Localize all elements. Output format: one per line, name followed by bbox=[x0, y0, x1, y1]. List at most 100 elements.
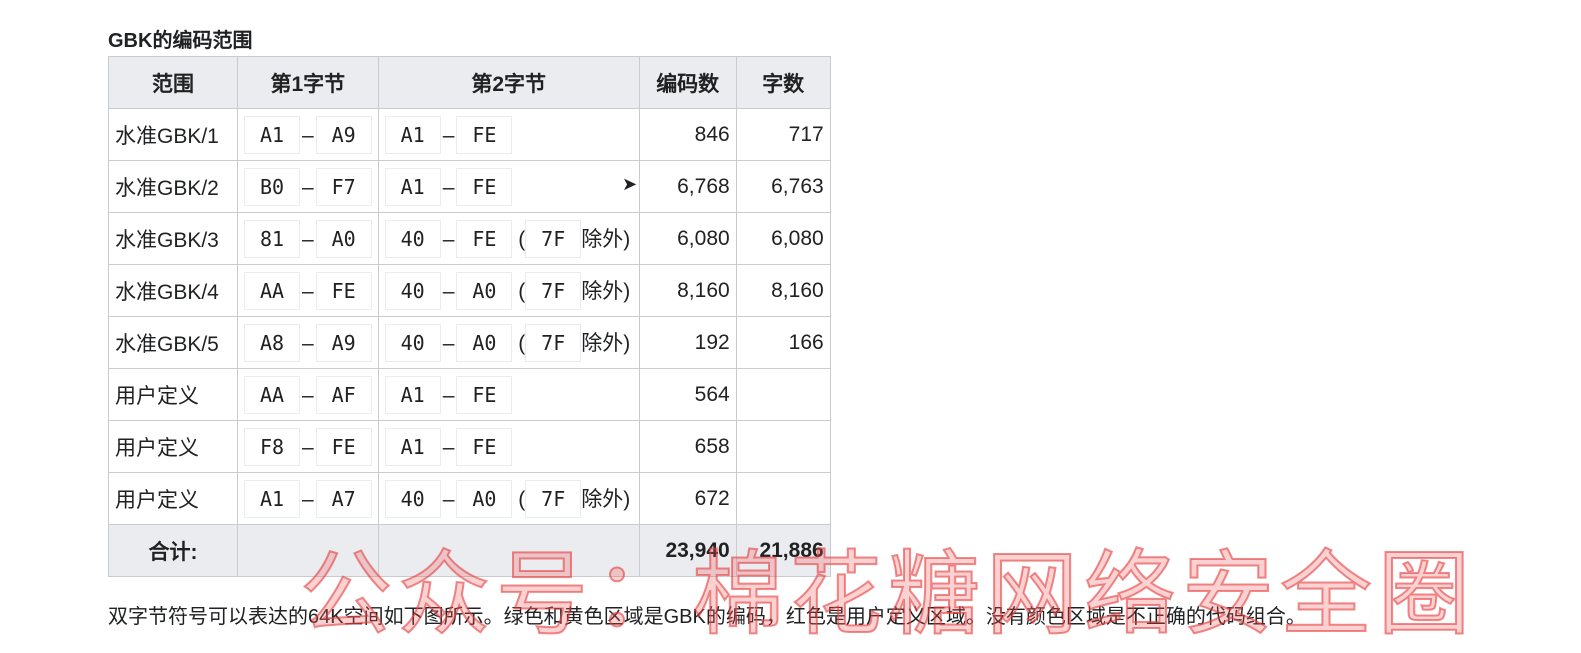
code-value: FE bbox=[315, 427, 372, 466]
byte1-cell: B0– F7 bbox=[237, 160, 379, 213]
char-count-cell bbox=[735, 472, 831, 525]
total-count: 23,940 bbox=[638, 524, 737, 577]
dash: – bbox=[302, 487, 314, 511]
char-count-cell: 166 bbox=[735, 316, 831, 369]
table-row: 用户定义 A1– A7 40– A0 (7F 除外) 672 bbox=[108, 472, 831, 525]
byte2-cell: A1– FE bbox=[377, 160, 640, 213]
range-cell: 用户定义 bbox=[108, 368, 238, 421]
code-value: A1 bbox=[244, 479, 300, 518]
byte1-cell: AA – FE bbox=[237, 264, 379, 317]
excluded-code: 7F bbox=[525, 479, 582, 518]
table-caption: GBK的编码范围 bbox=[108, 30, 253, 52]
byte1-cell: A1– A7 bbox=[237, 472, 379, 525]
byte2-cell: A1– FE bbox=[377, 108, 640, 161]
table-row: 水准GBK/2 B0– F7 A1– FE 6,768 6,763 bbox=[108, 160, 831, 213]
dash: – bbox=[302, 279, 314, 303]
byte1-cell: A8– A9 bbox=[237, 316, 379, 369]
header-byte1: 第1字节 bbox=[237, 56, 379, 109]
code-count-cell: 192 bbox=[638, 316, 737, 369]
excluded-code: 7F bbox=[525, 219, 582, 258]
header-range: 范围 bbox=[108, 56, 238, 109]
char-count-cell: 8,160 bbox=[735, 264, 831, 317]
code-value: A9 bbox=[315, 115, 372, 154]
char-count-cell bbox=[735, 420, 831, 473]
total-label: 合计: bbox=[108, 524, 238, 577]
code-value: FE bbox=[456, 427, 513, 466]
except-open: ( bbox=[518, 331, 526, 355]
code-value: 40 bbox=[384, 271, 441, 310]
code-value: AA bbox=[244, 375, 300, 414]
except-close: 除外) bbox=[581, 227, 631, 251]
char-count-cell: 6,080 bbox=[735, 212, 831, 265]
code-value: 40 bbox=[384, 479, 441, 518]
range-cell: 水准GBK/5 bbox=[108, 316, 238, 369]
header-byte2: 第2字节 bbox=[377, 56, 640, 109]
code-count-cell: 6,768 bbox=[638, 160, 737, 213]
byte2-cell: A1– FE bbox=[377, 420, 640, 473]
except-close: 除外) bbox=[581, 279, 631, 303]
dash: – bbox=[302, 227, 314, 251]
table-row: 用户定义 AA – AF A1– FE 564 bbox=[108, 368, 831, 421]
code-value: F8 bbox=[244, 427, 300, 466]
code-value: 40 bbox=[384, 219, 441, 258]
except-open: ( bbox=[518, 227, 526, 251]
range-cell: 用户定义 bbox=[108, 472, 238, 525]
code-value: B0 bbox=[244, 167, 300, 206]
byte1-cell: AA – AF bbox=[237, 368, 379, 421]
code-count-cell: 564 bbox=[638, 368, 737, 421]
code-value: A0 bbox=[315, 219, 372, 258]
table-row: 水准GBK/4 AA – FE 40– A0 (7F 除外) 8,160 8,160 bbox=[108, 264, 831, 317]
except-open: ( bbox=[518, 487, 526, 511]
except-open: ( bbox=[518, 279, 526, 303]
dash: – bbox=[442, 279, 455, 303]
code-value: FE bbox=[315, 271, 372, 310]
dash: – bbox=[302, 175, 314, 199]
code-value: A7 bbox=[315, 479, 372, 518]
code-count-cell: 846 bbox=[638, 108, 737, 161]
table-row: 用户定义 F8– FE A1– FE 658 bbox=[108, 420, 831, 473]
table-row: 水准GBK/3 81– A0 40– FE (7F 除外) 6,080 6,080 bbox=[108, 212, 831, 265]
dash: – bbox=[302, 383, 314, 407]
code-value: A0 bbox=[456, 323, 513, 362]
code-count-cell: 658 bbox=[638, 420, 737, 473]
total-row: 合计: 23,940 21,886 bbox=[108, 524, 831, 577]
code-value: 40 bbox=[384, 323, 441, 362]
excluded-code: 7F bbox=[525, 271, 582, 310]
code-count-cell: 8,160 bbox=[638, 264, 737, 317]
code-value: FE bbox=[456, 115, 513, 154]
table-row: 水准GBK/1 A1– A9 A1– FE 846 717 bbox=[108, 108, 831, 161]
header-char-count: 字数 bbox=[735, 56, 831, 109]
code-value: A0 bbox=[456, 479, 513, 518]
byte2-cell: A1– FE bbox=[377, 368, 640, 421]
excluded-code: 7F bbox=[525, 323, 582, 362]
code-value: F7 bbox=[315, 167, 372, 206]
range-cell: 水准GBK/1 bbox=[108, 108, 238, 161]
dash: – bbox=[302, 435, 314, 459]
except-close: 除外) bbox=[581, 331, 631, 355]
dash: – bbox=[442, 487, 455, 511]
dash: – bbox=[442, 383, 455, 407]
byte1-cell: 81– A0 bbox=[237, 212, 379, 265]
char-count-cell: 6,763 bbox=[735, 160, 831, 213]
gbk-range-table: 范围 第1字节 第2字节 编码数 字数 水准GBK/1 A1– A9 A1– FE … bbox=[108, 56, 831, 577]
code-value: AF bbox=[315, 375, 372, 414]
empty-cell bbox=[377, 524, 640, 577]
code-value: AA bbox=[244, 271, 300, 310]
byte1-cell: A1– A9 bbox=[237, 108, 379, 161]
total-chars: 21,886 bbox=[735, 524, 831, 577]
byte1-cell: F8– FE bbox=[237, 420, 379, 473]
code-count-cell: 672 bbox=[638, 472, 737, 525]
dash: – bbox=[442, 175, 455, 199]
code-count-cell: 6,080 bbox=[638, 212, 737, 265]
char-count-cell bbox=[735, 368, 831, 421]
dash: – bbox=[442, 435, 455, 459]
code-value: A1 bbox=[384, 427, 441, 466]
dash: – bbox=[442, 123, 455, 147]
description-paragraph: 双字节符号可以表达的64K空间如下图所示。绿色和黄色区域是GBK的编码，红色是用… bbox=[108, 606, 1306, 628]
byte2-cell: 40– FE (7F 除外) bbox=[377, 212, 640, 265]
code-value: A8 bbox=[244, 323, 300, 362]
except-close: 除外) bbox=[581, 487, 631, 511]
byte2-cell: 40– A0 (7F 除外) bbox=[377, 472, 640, 525]
range-cell: 水准GBK/2 bbox=[108, 160, 238, 213]
range-cell: 水准GBK/4 bbox=[108, 264, 238, 317]
